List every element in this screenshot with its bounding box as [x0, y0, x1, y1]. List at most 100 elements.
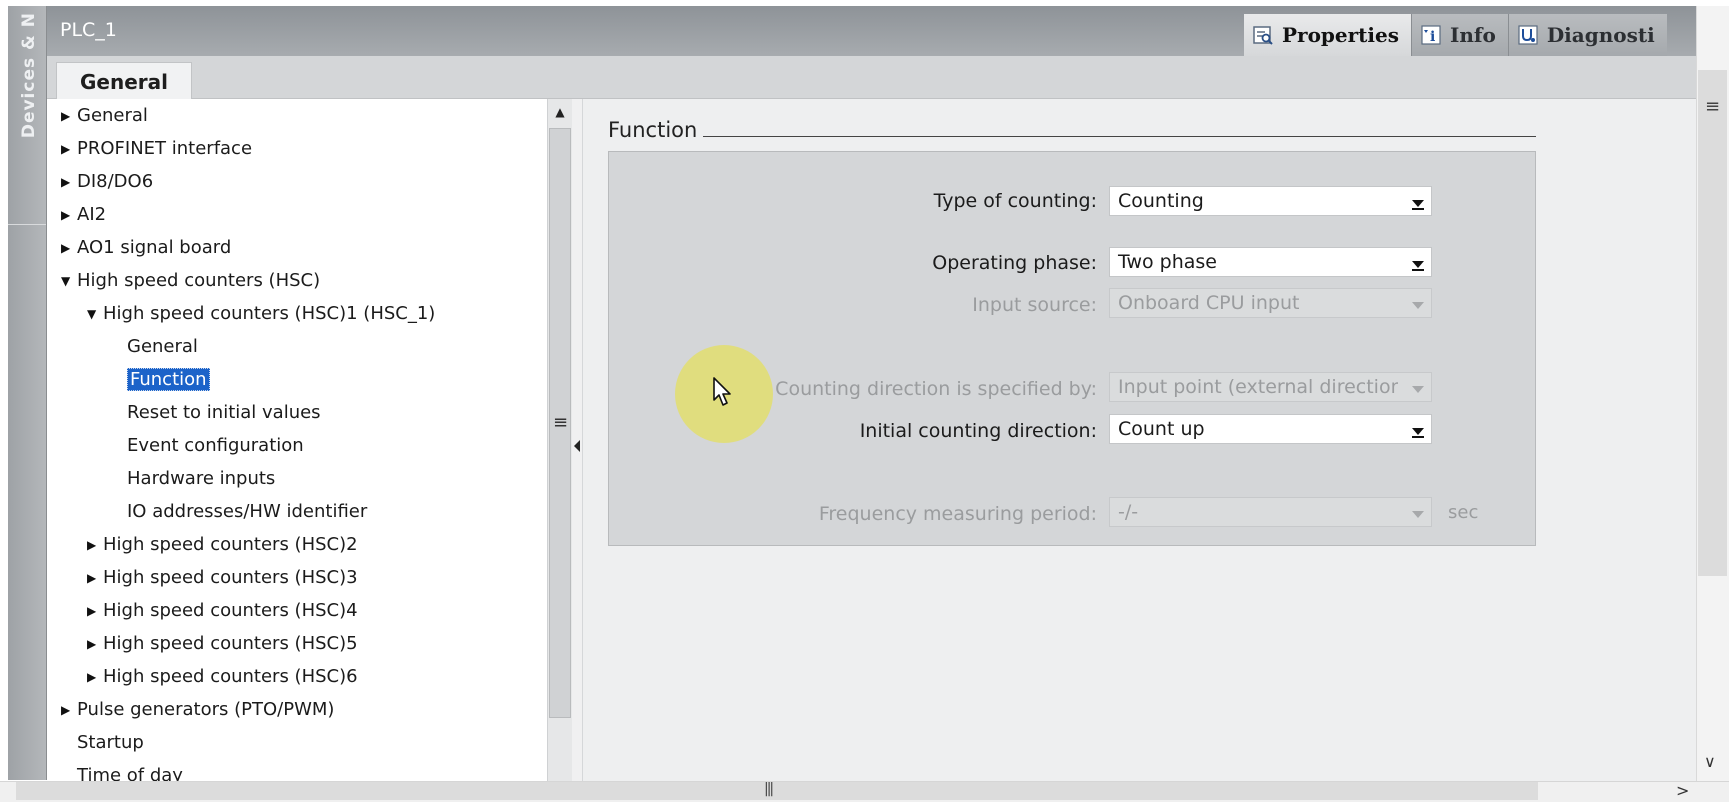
tree-item[interactable]: Startup	[47, 726, 547, 759]
tree-item[interactable]: ▶ General	[47, 99, 547, 132]
tree-item-label: High speed counters (HSC)2	[103, 534, 358, 555]
dropdown-arrow-icon	[1405, 498, 1431, 526]
tree-item[interactable]: ▶ Pulse generators (PTO/PWM)	[47, 693, 547, 726]
side-tab-divider	[8, 224, 46, 225]
scroll-up-arrow-icon[interactable]: ▲	[549, 100, 571, 124]
operating-phase-label: Operating phase:	[932, 252, 1097, 274]
collapsed-triangle-icon[interactable]: ▶	[61, 109, 77, 123]
collapsed-triangle-icon[interactable]: ▶	[87, 670, 103, 684]
dropdown-arrow-icon	[1405, 289, 1431, 317]
vertical-scroll-thumb[interactable]	[1698, 70, 1727, 576]
dropdown-arrow-icon[interactable]	[1405, 415, 1431, 443]
devices-networks-side-tab[interactable]: Devices & N	[8, 6, 47, 780]
subtab-general[interactable]: General	[56, 62, 192, 100]
tree-item-label: Reset to initial values	[127, 402, 321, 423]
collapsed-triangle-icon[interactable]: ▶	[87, 604, 103, 618]
section-divider	[703, 136, 1536, 137]
horizontal-scroll-thumb[interactable]	[16, 782, 1538, 800]
mouse-pointer-icon	[712, 376, 734, 412]
tree-item[interactable]: Hardware inputs	[47, 462, 547, 495]
tab-properties[interactable]: Properties	[1244, 14, 1412, 56]
tree-item-label: General	[127, 336, 198, 357]
tree-item[interactable]: ▶ DI8/DO6	[47, 165, 547, 198]
tab-diagnostics-label: Diagnosti	[1546, 23, 1655, 47]
scroll-down-chevron-icon[interactable]: ∨	[1704, 752, 1716, 771]
svg-text:i: i	[1430, 29, 1435, 45]
tab-diagnostics[interactable]: Diagnosti	[1508, 14, 1667, 56]
counting-direction-source-label: Counting direction is specified by:	[775, 378, 1097, 400]
input-source-label: Input source:	[972, 294, 1097, 316]
collapsed-triangle-icon[interactable]: ▶	[87, 571, 103, 585]
scroll-right-chevron-icon[interactable]: >	[1676, 781, 1689, 800]
tree-item[interactable]: ▶ AO1 signal board	[47, 231, 547, 264]
tree-item-label: High speed counters (HSC)5	[103, 633, 358, 654]
tab-info[interactable]: i Info	[1411, 14, 1509, 56]
tree-item[interactable]: General	[47, 330, 547, 363]
input-source-dropdown: Onboard CPU input	[1109, 288, 1432, 318]
collapsed-triangle-icon[interactable]: ▶	[61, 142, 77, 156]
dropdown-arrow-icon[interactable]	[1405, 187, 1431, 215]
dropdown-arrow-icon	[1405, 373, 1431, 401]
initial-counting-direction-label: Initial counting direction:	[859, 420, 1097, 442]
collapsed-triangle-icon[interactable]: ▶	[87, 538, 103, 552]
counting-direction-source-dropdown: Input point (external direction	[1109, 372, 1432, 402]
collapsed-triangle-icon[interactable]: ▶	[61, 175, 77, 189]
tree-item[interactable]: ▶ High speed counters (HSC)2	[47, 528, 547, 561]
panel-grip-icon[interactable]: ≡	[553, 412, 568, 433]
operating-phase-dropdown[interactable]: Two phase	[1109, 247, 1432, 277]
section-title: Function	[608, 118, 698, 142]
properties-icon	[1252, 24, 1274, 46]
tab-info-label: Info	[1449, 23, 1496, 47]
tree-item[interactable]: ▶ AI2	[47, 198, 547, 231]
inspector-tabs: Properties i Info Diagnosti	[1244, 14, 1667, 56]
tree-item-label: High speed counters (HSC)4	[103, 600, 358, 621]
tree-item-label: High speed counters (HSC)6	[103, 666, 358, 687]
initial-counting-direction-dropdown[interactable]: Count up	[1109, 414, 1432, 444]
collapsed-triangle-icon[interactable]: ▶	[61, 208, 77, 222]
tree-item-label: AO1 signal board	[77, 237, 232, 258]
collapsed-triangle-icon[interactable]: ▶	[87, 637, 103, 651]
collapsed-triangle-icon[interactable]: ▶	[61, 703, 77, 717]
tree-item[interactable]: ▼ High speed counters (HSC)1 (HSC_1)	[47, 297, 547, 330]
expanded-triangle-icon[interactable]: ▼	[61, 274, 77, 288]
device-title: PLC_1	[60, 19, 117, 41]
tree-item[interactable]: ▼ High speed counters (HSC)	[47, 264, 547, 297]
tree-item-label: Function	[127, 368, 210, 391]
initial-counting-direction-value: Count up	[1118, 418, 1205, 440]
tree-item-label: General	[77, 105, 148, 126]
dropdown-arrow-icon[interactable]	[1405, 248, 1431, 276]
expanded-triangle-icon[interactable]: ▼	[87, 307, 103, 321]
tree-item[interactable]: ▶ High speed counters (HSC)3	[47, 561, 547, 594]
tree-item[interactable]: Reset to initial values	[47, 396, 547, 429]
tree-item[interactable]: Time of day	[47, 759, 547, 781]
tree-item[interactable]: ▶ High speed counters (HSC)6	[47, 660, 547, 693]
tree-item-label: High speed counters (HSC)	[77, 270, 321, 291]
collapsed-triangle-icon[interactable]: ▶	[61, 241, 77, 255]
tree-item[interactable]: Event configuration	[47, 429, 547, 462]
tree-item[interactable]: ▶ High speed counters (HSC)4	[47, 594, 547, 627]
tree-item[interactable]: ▶ PROFINET interface	[47, 132, 547, 165]
tree-item[interactable]: Function	[47, 363, 547, 396]
input-source-value: Onboard CPU input	[1118, 292, 1300, 314]
frequency-measuring-period-label: Frequency measuring period:	[818, 503, 1097, 525]
tree-item-label: Hardware inputs	[127, 468, 276, 489]
tree-item[interactable]: IO addresses/HW identifier	[47, 495, 547, 528]
info-icon: i	[1420, 24, 1442, 46]
operating-phase-value: Two phase	[1118, 251, 1217, 273]
diagnostics-icon	[1517, 24, 1539, 46]
horizontal-grip-icon: |||	[764, 781, 774, 797]
tree-item-label: DI8/DO6	[77, 171, 154, 192]
frequency-measuring-period-value: -/-	[1118, 501, 1139, 523]
tree-item-label: Time of day	[77, 765, 183, 781]
tree-item-label: PROFINET interface	[77, 138, 253, 159]
frequency-unit-label: sec	[1448, 502, 1479, 523]
tree-item[interactable]: ▶ High speed counters (HSC)5	[47, 627, 547, 660]
counting-direction-source-value: Input point (external direction	[1118, 376, 1398, 398]
frequency-measuring-period-dropdown: -/-	[1109, 497, 1432, 527]
tree-item-label: High speed counters (HSC)3	[103, 567, 358, 588]
collapse-panel-arrow-icon[interactable]	[574, 440, 580, 452]
type-of-counting-label: Type of counting:	[933, 190, 1097, 212]
side-tab-label: Devices & N	[19, 12, 39, 139]
type-of-counting-dropdown[interactable]: Counting	[1109, 186, 1432, 216]
type-of-counting-value: Counting	[1118, 190, 1204, 212]
